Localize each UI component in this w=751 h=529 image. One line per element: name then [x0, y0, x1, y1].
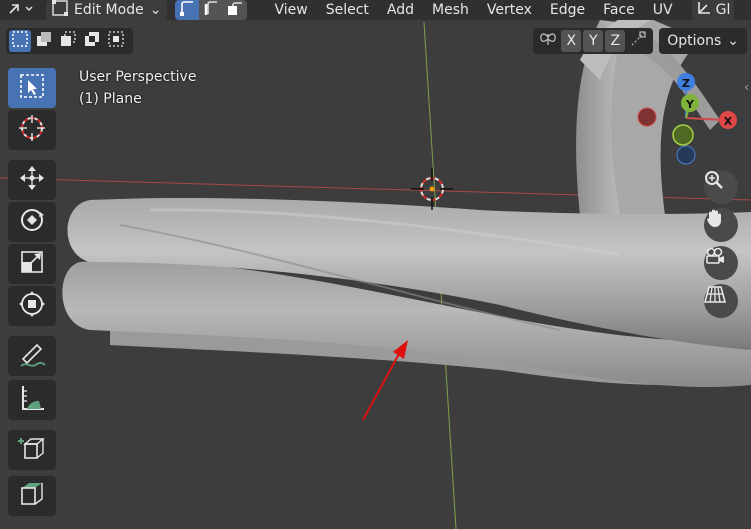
menu-view[interactable]: View: [265, 2, 316, 18]
transform-tool-icon: [17, 289, 47, 323]
select-subtract-icon: [59, 30, 77, 52]
3d-viewport[interactable]: Z Y X User Perspective (1) Plane ‹: [0, 0, 751, 529]
face-select-button[interactable]: [223, 0, 248, 20]
menu-face[interactable]: Face: [594, 2, 644, 18]
scale-icon: [17, 247, 47, 281]
viewport-header: Edit Mode ⌄ View Select Add Mesh Vertex …: [0, 0, 751, 20]
edit-mode-icon: [52, 0, 68, 20]
chevron-down-icon: ⌄: [149, 2, 162, 18]
3d-cursor-icon: [17, 113, 47, 147]
select-extend-button[interactable]: [33, 30, 55, 52]
face-select-icon: [227, 0, 243, 20]
tool-scale[interactable]: [8, 244, 56, 284]
extrude-icon: [17, 479, 47, 513]
editor-type-button[interactable]: [0, 0, 40, 20]
edge-select-icon: [203, 0, 219, 20]
orientation-icon: [696, 0, 712, 20]
vertex-select-button[interactable]: [175, 0, 200, 20]
menu-select[interactable]: Select: [317, 2, 378, 18]
ruler-icon: [17, 383, 47, 417]
tool-transform[interactable]: [8, 286, 56, 326]
tool-annotate[interactable]: [8, 336, 56, 376]
camera-view-button[interactable]: [704, 246, 738, 280]
rotate-icon: [17, 205, 47, 239]
svg-text:Z: Z: [682, 77, 690, 90]
mirror-y-toggle[interactable]: Y: [583, 30, 604, 52]
tool-select-box[interactable]: [8, 68, 56, 108]
menu-mesh[interactable]: Mesh: [423, 2, 478, 18]
transform-options-row: X Y Z Options ⌄: [533, 28, 747, 54]
menu-add[interactable]: Add: [378, 2, 423, 18]
select-intersect-icon: [107, 30, 125, 52]
select-new-button[interactable]: [9, 30, 31, 52]
select-extend-icon: [35, 30, 53, 52]
svg-text:X: X: [724, 115, 733, 128]
orientation-label: Gl: [715, 2, 731, 18]
mirror-x-toggle[interactable]: X: [561, 30, 582, 52]
svg-text:Y: Y: [685, 98, 695, 111]
pencil-icon: [17, 339, 47, 373]
mirror-z-toggle[interactable]: Z: [605, 30, 626, 52]
vertex-select-icon: [179, 0, 195, 20]
butterfly-icon: [539, 30, 557, 52]
zoom-button[interactable]: [704, 170, 738, 204]
mode-label: Edit Mode: [74, 2, 144, 18]
snap-icon: [629, 30, 647, 52]
menu-uv[interactable]: UV: [644, 2, 682, 18]
select-difference-icon: [83, 30, 101, 52]
options-label: Options: [667, 33, 722, 49]
snap-toggle[interactable]: [627, 30, 649, 52]
mode-selector[interactable]: Edit Mode ⌄: [46, 0, 168, 20]
select-mode-group: [175, 0, 248, 20]
ortho-toggle-button[interactable]: [704, 284, 738, 318]
object-label: (1) Plane: [79, 91, 142, 107]
select-box-icon: [11, 30, 29, 52]
tool-measure[interactable]: [8, 380, 56, 420]
move-icon: [17, 163, 47, 197]
pan-button[interactable]: [704, 208, 738, 242]
select-subtract-button[interactable]: [57, 30, 79, 52]
chevron-down-icon: ⌄: [727, 33, 739, 49]
menu-vertex[interactable]: Vertex: [478, 2, 541, 18]
menu-edge[interactable]: Edge: [541, 2, 594, 18]
tool-extrude[interactable]: [8, 476, 56, 516]
transform-icon: [8, 0, 34, 20]
select-box-cursor-icon: [17, 71, 47, 105]
select-intersect-button[interactable]: [105, 30, 127, 52]
perspective-label: User Perspective: [79, 69, 197, 85]
selection-mode-group: [6, 28, 133, 54]
tool-add-cube[interactable]: [8, 430, 56, 470]
3d-cursor: [411, 168, 453, 210]
annotation-arrow: [362, 351, 401, 421]
sidebar-expand-icon[interactable]: ‹: [744, 80, 749, 94]
tool-cursor[interactable]: [8, 110, 56, 150]
add-cube-icon: [17, 433, 47, 467]
select-difference-button[interactable]: [81, 30, 103, 52]
mirror-axis-group: X Y Z: [533, 28, 654, 54]
tool-rotate[interactable]: [8, 202, 56, 242]
edge-select-button[interactable]: [199, 0, 224, 20]
options-dropdown[interactable]: Options ⌄: [659, 28, 747, 54]
tool-move[interactable]: [8, 160, 56, 200]
mirror-toggle[interactable]: [537, 30, 559, 52]
global-orientation-button[interactable]: Gl: [691, 0, 735, 20]
